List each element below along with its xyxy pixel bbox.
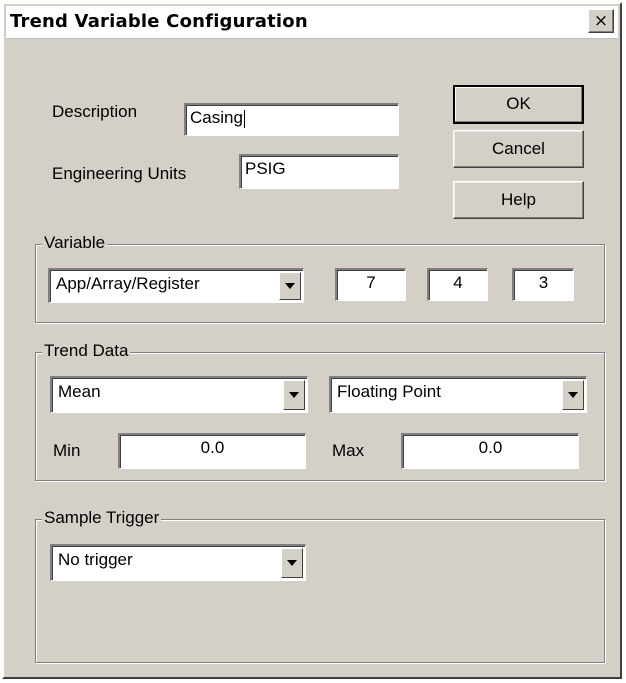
max-field[interactable]: 0.0	[401, 433, 579, 469]
text-caret	[243, 109, 245, 128]
min-value: 0.0	[200, 438, 225, 457]
help-button-label: Help	[501, 190, 536, 209]
ok-button[interactable]: OK	[453, 85, 584, 124]
window-title: Trend Variable Configuration	[10, 11, 308, 32]
format-select[interactable]: Floating Point	[329, 376, 587, 413]
cancel-button[interactable]: Cancel	[453, 130, 584, 168]
chevron-down-icon	[285, 283, 295, 289]
description-label: Description	[52, 102, 138, 121]
chevron-down-icon	[568, 392, 578, 398]
title-bar[interactable]: Trend Variable Configuration ×	[6, 6, 618, 39]
engineering-units-value: PSIG	[245, 159, 286, 178]
sample-trigger-group: Sample Trigger No trigger	[35, 508, 605, 663]
array-number-field[interactable]: 4	[427, 268, 488, 301]
array-number-value: 4	[453, 273, 463, 292]
min-label: Min	[53, 441, 81, 460]
sample-trigger-dropdown-button[interactable]	[281, 548, 303, 578]
statistic-dropdown-button[interactable]	[283, 380, 305, 410]
close-icon[interactable]: ×	[588, 9, 614, 33]
trend-variable-dialog: Trend Variable Configuration × Descripti…	[2, 2, 622, 679]
statistic-select[interactable]: Mean	[50, 376, 308, 413]
variable-type-dropdown-button[interactable]	[279, 272, 301, 300]
statistic-value: Mean	[58, 382, 101, 401]
register-number-value: 3	[538, 273, 549, 292]
trend-data-group-label: Trend Data	[42, 341, 131, 361]
chevron-down-icon	[287, 560, 297, 566]
description-value: Casing	[190, 108, 243, 127]
sample-trigger-value: No trigger	[58, 550, 133, 569]
register-number-field[interactable]: 3	[512, 268, 574, 301]
cancel-button-label: Cancel	[492, 139, 545, 158]
sample-trigger-group-label: Sample Trigger	[42, 508, 162, 528]
help-button[interactable]: Help	[453, 181, 584, 219]
variable-group: Variable App/Array/Register 7 4 3	[35, 233, 605, 323]
min-field[interactable]: 0.0	[118, 433, 306, 469]
variable-type-value: App/Array/Register	[56, 274, 200, 293]
variable-type-select[interactable]: App/Array/Register	[48, 268, 304, 303]
app-number-field[interactable]: 7	[335, 268, 406, 301]
engineering-units-field[interactable]: PSIG	[239, 154, 399, 189]
trend-data-group: Trend Data Mean Floating Point Min 0.0 M…	[35, 341, 605, 481]
chevron-down-icon	[289, 392, 299, 398]
ok-button-label: OK	[506, 94, 531, 113]
variable-group-label: Variable	[42, 233, 108, 253]
sample-trigger-select[interactable]: No trigger	[50, 544, 306, 581]
max-label: Max	[332, 441, 365, 460]
engineering-units-label: Engineering Units	[52, 164, 187, 183]
format-dropdown-button[interactable]	[562, 380, 584, 410]
format-value: Floating Point	[337, 382, 441, 401]
app-number-value: 7	[366, 273, 376, 292]
description-field[interactable]: Casing	[184, 103, 399, 136]
max-value: 0.0	[478, 438, 503, 457]
